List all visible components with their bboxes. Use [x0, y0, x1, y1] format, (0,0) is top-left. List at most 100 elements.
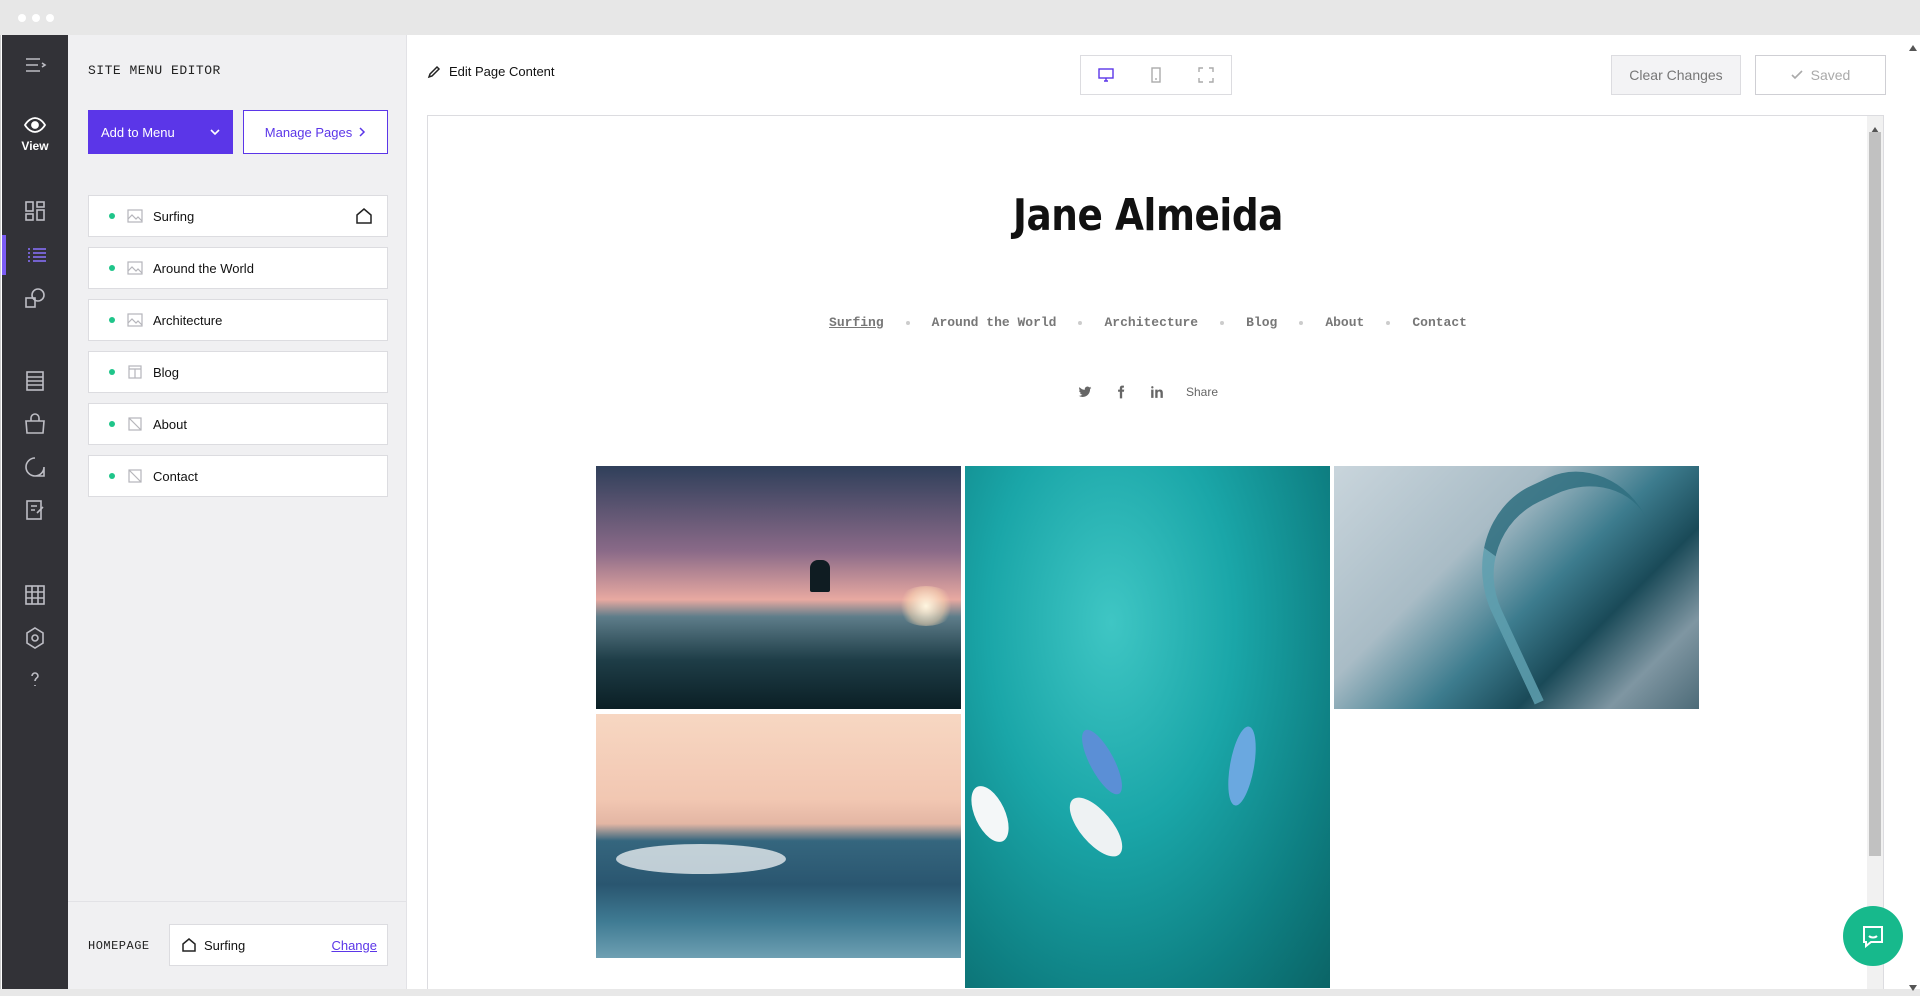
published-status-dot — [109, 473, 115, 479]
chevron-down-icon — [210, 129, 220, 136]
menu-item-label: Surfing — [153, 208, 195, 224]
menu-items-list: Surfing Around the World Architecture Bl… — [88, 195, 388, 507]
gallery-photo[interactable] — [1334, 466, 1699, 709]
menu-item-surfing[interactable]: Surfing — [88, 195, 388, 237]
menu-item-contact[interactable]: Contact — [88, 455, 388, 497]
store-bag-icon[interactable] — [2, 404, 68, 444]
menu-item-label: Contact — [153, 468, 198, 484]
dashboard-icon[interactable] — [2, 191, 68, 231]
collapse-menu-icon[interactable] — [2, 45, 68, 85]
sunset-glow — [896, 586, 956, 626]
menu-item-around-the-world[interactable]: Around the World — [88, 247, 388, 289]
fullscreen-icon — [1198, 67, 1214, 83]
menu-item-label: Around the World — [153, 260, 254, 276]
manage-pages-label: Manage Pages — [264, 124, 353, 140]
scroll-up-arrow-icon[interactable] — [1909, 38, 1917, 51]
saved-button[interactable]: Saved — [1755, 55, 1886, 95]
site-title: Jane Almeida — [1012, 190, 1283, 241]
homepage-icon — [182, 938, 196, 952]
published-status-dot — [109, 317, 115, 323]
surfboard — [1060, 789, 1132, 865]
site-preview-frame: Jane Almeida Surfing Around the World Ar… — [427, 115, 1884, 989]
chat-support-button[interactable] — [1843, 906, 1903, 966]
page-scrollbar[interactable] — [1905, 35, 1920, 991]
edit-page-content-label: Edit Page Content — [449, 64, 555, 79]
scroll-thumb[interactable] — [1869, 132, 1881, 856]
site-nav-link[interactable]: Contact — [1390, 315, 1489, 330]
menu-item-blog[interactable]: Blog — [88, 351, 388, 393]
edit-page-content-button[interactable]: Edit Page Content — [427, 64, 555, 79]
edit-post-icon[interactable] — [2, 490, 68, 530]
social-share-bar: Share — [428, 385, 1868, 399]
pages-list-icon[interactable] — [2, 361, 68, 401]
design-shapes-icon[interactable] — [2, 278, 68, 318]
gallery-photo[interactable] — [596, 714, 961, 958]
twitter-icon[interactable] — [1078, 385, 1092, 399]
homepage-icon — [355, 207, 373, 225]
site-nav-link[interactable]: About — [1303, 315, 1386, 330]
menu-item-about[interactable]: About — [88, 403, 388, 445]
site-nav-link[interactable]: Surfing — [807, 315, 906, 330]
view-toggle[interactable]: View — [2, 117, 68, 167]
settings-icon[interactable] — [2, 618, 68, 658]
gallery-photo[interactable] — [596, 466, 961, 709]
homepage-setting: HOMEPAGE Surfing Change — [68, 901, 407, 989]
site-nav-link[interactable]: Blog — [1224, 315, 1299, 330]
window-controls — [18, 14, 54, 22]
desktop-view-button[interactable] — [1081, 56, 1131, 94]
menu-item-architecture[interactable]: Architecture — [88, 299, 388, 341]
device-preview-switcher — [1080, 55, 1232, 95]
site-navigation: Surfing Around the World Architecture Bl… — [428, 315, 1868, 330]
add-to-menu-label: Add to Menu — [101, 124, 175, 140]
chat-icon — [1863, 926, 1883, 949]
share-label[interactable]: Share — [1186, 385, 1218, 399]
window-titlebar — [0, 0, 1920, 35]
blog-page-icon — [127, 365, 143, 379]
clear-changes-button[interactable]: Clear Changes — [1611, 55, 1741, 95]
manage-pages-button[interactable]: Manage Pages — [243, 110, 388, 154]
site-nav-link[interactable]: Architecture — [1082, 315, 1220, 330]
window-dot[interactable] — [18, 14, 26, 22]
surfboard — [1223, 724, 1261, 808]
gallery-page-icon — [127, 313, 143, 327]
eye-icon — [24, 117, 46, 133]
gallery-page-icon — [127, 261, 143, 275]
scroll-down-arrow-icon[interactable] — [1909, 978, 1917, 991]
blank-page-icon — [127, 469, 143, 483]
published-status-dot — [109, 369, 115, 375]
help-icon[interactable] — [2, 660, 68, 700]
pencil-icon — [427, 65, 441, 78]
site-menu-editor-panel: SITE MENU EDITOR Add to Menu Manage Page… — [68, 35, 407, 989]
window-dot[interactable] — [46, 14, 54, 22]
homepage-label: HOMEPAGE — [88, 939, 150, 953]
menu-item-label: Architecture — [153, 312, 223, 328]
grid-apps-icon[interactable] — [2, 575, 68, 615]
linkedin-icon[interactable] — [1150, 385, 1164, 399]
window-dot[interactable] — [32, 14, 40, 22]
surfboard — [965, 780, 1017, 848]
fullscreen-button[interactable] — [1181, 56, 1231, 94]
menu-item-label: Blog — [153, 364, 180, 380]
preview-scrollbar[interactable] — [1867, 116, 1883, 989]
chevron-right-icon — [359, 127, 366, 137]
homepage-selector: Surfing Change — [169, 924, 388, 966]
wave-curl — [1450, 466, 1698, 705]
mobile-icon — [1151, 67, 1161, 83]
scroll-up-arrow-icon[interactable] — [1871, 120, 1879, 133]
saved-label: Saved — [1810, 67, 1851, 83]
mobile-view-button[interactable] — [1131, 56, 1181, 94]
change-homepage-link[interactable]: Change — [331, 938, 377, 953]
facebook-icon[interactable] — [1114, 385, 1128, 399]
homepage-value: Surfing — [204, 937, 246, 953]
desktop-icon — [1098, 68, 1114, 82]
wave-foam — [616, 844, 786, 874]
gallery-photo[interactable] — [965, 466, 1330, 988]
add-to-menu-button[interactable]: Add to Menu — [88, 110, 233, 154]
blank-page-icon — [127, 417, 143, 431]
site-menu-icon[interactable] — [2, 235, 68, 275]
comments-icon[interactable] — [2, 447, 68, 487]
site-nav-link[interactable]: Around the World — [910, 315, 1079, 330]
published-status-dot — [109, 421, 115, 427]
surfboard — [1074, 724, 1130, 800]
published-status-dot — [109, 213, 115, 219]
